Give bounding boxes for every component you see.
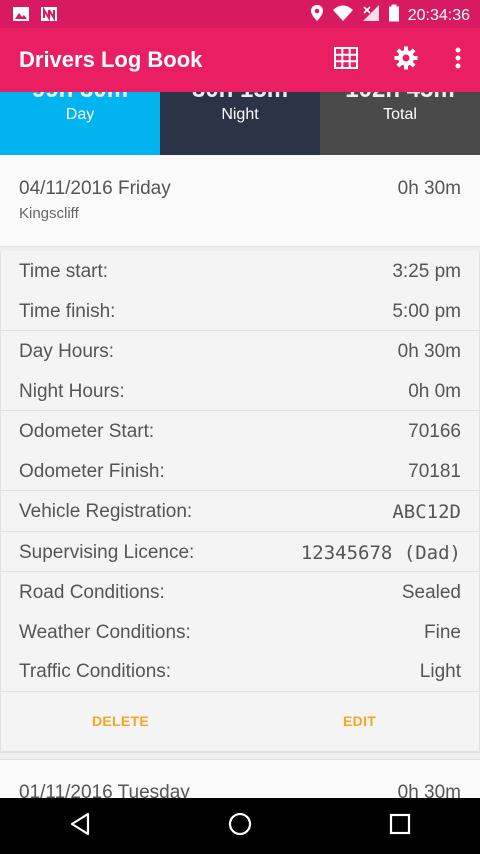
entry-date: 01/11/2016 Tuesday	[19, 781, 190, 799]
time-start-value: 3:25 pm	[392, 261, 461, 282]
log-entry-header[interactable]: 01/11/2016 Tuesday 0h 30m	[0, 758, 480, 799]
day-hours-value: 0h 30m	[397, 341, 461, 362]
status-bar: 20:34:36	[0, 0, 480, 28]
detail-row: Time finish: 5:00 pm	[1, 291, 479, 331]
detail-row: Road Conditions: Sealed	[1, 572, 479, 612]
n-notification-icon	[40, 5, 58, 28]
summary-tabs: 99h 30m Day 30h 15m Night 102h 45m Total	[0, 92, 480, 155]
entry-actions: DELETE EDIT	[1, 691, 479, 752]
settings-button[interactable]	[376, 28, 436, 92]
weather-conditions-label: Weather Conditions:	[19, 621, 191, 643]
road-conditions-value: Sealed	[401, 582, 461, 603]
night-label: Night	[221, 106, 259, 123]
day-total: 99h 30m	[0, 92, 160, 104]
grid-view-button[interactable]	[316, 28, 376, 92]
log-entry-header[interactable]: 04/11/2016 Friday 0h 30m Kingscliff	[0, 155, 480, 247]
grid-icon	[334, 46, 358, 75]
delete-button[interactable]: DELETE	[1, 692, 240, 751]
tab-night[interactable]: 30h 15m Night	[160, 92, 320, 155]
day-label: Day	[65, 106, 95, 123]
traffic-conditions-value: Light	[419, 661, 461, 682]
time-finish-label: Time finish:	[19, 300, 116, 322]
supervising-licence-label: Supervising Licence:	[19, 541, 195, 563]
entry-location: Kingscliff	[19, 205, 79, 222]
detail-row: Supervising Licence: 12345678 (Dad)	[1, 532, 479, 572]
log-list[interactable]: 04/11/2016 Friday 0h 30m Kingscliff Time…	[0, 155, 480, 798]
entry-date: 04/11/2016 Friday	[19, 178, 171, 199]
image-icon	[12, 5, 30, 28]
recents-button[interactable]	[360, 798, 440, 854]
detail-row: Odometer Finish: 70181	[1, 451, 479, 491]
night-hours-label: Night Hours:	[19, 380, 125, 402]
back-button[interactable]	[40, 798, 120, 854]
detail-row: Vehicle Registration: ABC12D	[1, 491, 479, 531]
detail-row: Night Hours: 0h 0m	[1, 371, 479, 411]
tab-total[interactable]: 102h 45m Total	[320, 92, 480, 155]
app-title: Drivers Log Book	[19, 47, 203, 72]
status-time: 20:34:36	[407, 6, 470, 24]
home-button[interactable]	[200, 798, 280, 854]
road-conditions-label: Road Conditions:	[19, 582, 165, 603]
vehicle-registration-value: ABC12D	[392, 501, 461, 523]
licence-group: Supervising Licence: 12345678 (Dad)	[1, 532, 479, 572]
back-icon	[69, 812, 91, 841]
day-hours-label: Day Hours:	[19, 341, 115, 362]
time-finish-value: 5:00 pm	[392, 300, 461, 322]
vehicle-group: Vehicle Registration: ABC12D	[1, 491, 479, 532]
weather-conditions-value: Fine	[424, 621, 461, 643]
battery-icon	[388, 4, 400, 27]
no-signal-icon	[362, 4, 380, 27]
recents-icon	[389, 813, 411, 840]
conditions-group: Road Conditions: Sealed Weather Conditio…	[1, 572, 479, 692]
app-bar: Drivers Log Book	[0, 28, 480, 92]
home-icon	[228, 812, 252, 841]
traffic-conditions-label: Traffic Conditions:	[19, 661, 172, 682]
navigation-bar	[0, 798, 480, 854]
supervising-licence-value: 12345678 (Dad)	[300, 541, 461, 564]
odometer-finish-value: 70181	[408, 460, 461, 482]
total-label: Total	[383, 106, 417, 123]
night-total: 30h 15m	[160, 92, 320, 104]
gear-icon	[394, 46, 418, 75]
grand-total: 102h 45m	[320, 92, 480, 104]
odometer-group: Odometer Start: 70166 Odometer Finish: 7…	[1, 411, 479, 491]
detail-row: Day Hours: 0h 30m	[1, 331, 479, 371]
more-vert-icon	[455, 47, 461, 74]
odometer-start-label: Odometer Start:	[19, 421, 155, 442]
detail-row: Time start: 3:25 pm	[1, 251, 479, 291]
odometer-finish-label: Odometer Finish:	[19, 460, 165, 482]
entry-duration: 0h 30m	[397, 781, 461, 799]
night-hours-value: 0h 0m	[408, 380, 461, 402]
time-group: Time start: 3:25 pm Time finish: 5:00 pm	[1, 251, 479, 331]
detail-row: Odometer Start: 70166	[1, 411, 479, 451]
entry-details: Time start: 3:25 pm Time finish: 5:00 pm…	[0, 251, 480, 753]
entry-duration: 0h 30m	[397, 178, 461, 199]
detail-row: Traffic Conditions: Light	[1, 651, 479, 691]
hours-group: Day Hours: 0h 30m Night Hours: 0h 0m	[1, 331, 479, 411]
overflow-menu-button[interactable]	[436, 28, 480, 92]
wifi-icon	[332, 4, 354, 27]
edit-button[interactable]: EDIT	[240, 692, 479, 751]
tab-day[interactable]: 99h 30m Day	[0, 92, 160, 155]
odometer-start-value: 70166	[408, 421, 461, 442]
vehicle-registration-label: Vehicle Registration:	[19, 501, 193, 522]
location-icon	[310, 4, 324, 27]
detail-row: Weather Conditions: Fine	[1, 612, 479, 652]
time-start-label: Time start:	[19, 261, 109, 282]
